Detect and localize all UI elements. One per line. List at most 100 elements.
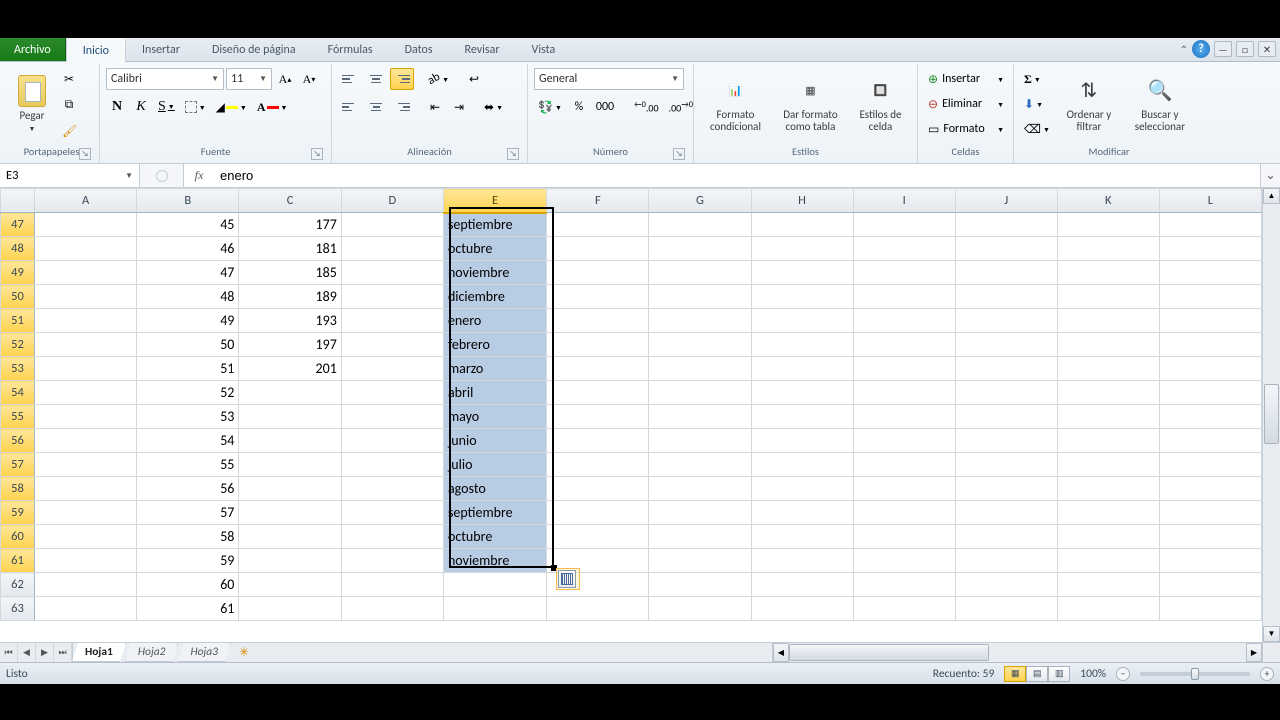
close-button[interactable]: ✕ <box>1258 41 1276 57</box>
cell-H52[interactable] <box>751 333 853 357</box>
cell-F53[interactable] <box>547 357 649 381</box>
cell-C48[interactable]: 181 <box>239 237 341 261</box>
cell-A49[interactable] <box>35 261 137 285</box>
cell-E49[interactable]: noviembre <box>443 261 546 285</box>
cell-B56[interactable]: 54 <box>137 429 239 453</box>
cell-E62[interactable] <box>443 573 546 597</box>
cell-J61[interactable] <box>955 549 1057 573</box>
cell-D53[interactable] <box>341 357 443 381</box>
cell-E58[interactable]: agosto <box>443 477 546 501</box>
cell-I52[interactable] <box>853 333 955 357</box>
cell-B54[interactable]: 52 <box>137 381 239 405</box>
cell-H57[interactable] <box>751 453 853 477</box>
cell-K56[interactable] <box>1057 429 1159 453</box>
last-sheet-button[interactable]: ⏭ <box>54 643 72 662</box>
cell-D63[interactable] <box>341 597 443 621</box>
restore-button[interactable]: □ <box>1236 41 1254 57</box>
ribbon-tab-insertar[interactable]: Insertar <box>126 38 196 61</box>
cell-G47[interactable] <box>649 213 751 237</box>
cell-G61[interactable] <box>649 549 751 573</box>
increase-indent-button[interactable]: ⇥ <box>448 96 470 118</box>
shrink-font-button[interactable]: A▾ <box>298 68 320 90</box>
cell-D47[interactable] <box>341 213 443 237</box>
decrease-decimal-button[interactable]: .00→0 <box>665 96 697 118</box>
font-color-button[interactable]: A▼ <box>253 96 292 118</box>
cell-I47[interactable] <box>853 213 955 237</box>
cell-L56[interactable] <box>1159 429 1261 453</box>
cell-C50[interactable]: 189 <box>239 285 341 309</box>
cell-E60[interactable]: octubre <box>443 525 546 549</box>
cell-E55[interactable]: mayo <box>443 405 546 429</box>
cell-D61[interactable] <box>341 549 443 573</box>
row-header[interactable]: 58 <box>1 477 35 501</box>
cell-K61[interactable] <box>1057 549 1159 573</box>
insert-function-button[interactable]: fx <box>184 168 214 183</box>
cell-A63[interactable] <box>35 597 137 621</box>
cell-H62[interactable] <box>751 573 853 597</box>
minimize-button[interactable]: — <box>1214 41 1232 57</box>
cell-C52[interactable]: 197 <box>239 333 341 357</box>
cell-J62[interactable] <box>955 573 1057 597</box>
comma-style-button[interactable]: 000 <box>592 96 618 118</box>
cell-K54[interactable] <box>1057 381 1159 405</box>
cell-I61[interactable] <box>853 549 955 573</box>
chevron-down-icon[interactable]: ▼ <box>207 74 219 84</box>
horizontal-scrollbar[interactable]: ◀ ▶ <box>772 643 1262 662</box>
cell-D57[interactable] <box>341 453 443 477</box>
row-header[interactable]: 49 <box>1 261 35 285</box>
align-bottom-button[interactable] <box>390 68 414 90</box>
cell-D56[interactable] <box>341 429 443 453</box>
zoom-in-button[interactable]: + <box>1260 667 1274 681</box>
autosum-button[interactable]: Σ▼ <box>1020 68 1045 90</box>
ribbon-tab-datos[interactable]: Datos <box>389 38 449 61</box>
cell-B51[interactable]: 49 <box>137 309 239 333</box>
cell-B57[interactable]: 55 <box>137 453 239 477</box>
cell-B49[interactable]: 47 <box>137 261 239 285</box>
cell-D51[interactable] <box>341 309 443 333</box>
row-header[interactable]: 57 <box>1 453 35 477</box>
percent-button[interactable]: % <box>568 96 590 118</box>
cell-B59[interactable]: 57 <box>137 501 239 525</box>
column-header-D[interactable]: D <box>341 189 443 213</box>
cell-G49[interactable] <box>649 261 751 285</box>
cell-H58[interactable] <box>751 477 853 501</box>
column-header-K[interactable]: K <box>1057 189 1159 213</box>
cell-K59[interactable] <box>1057 501 1159 525</box>
cell-I55[interactable] <box>853 405 955 429</box>
cell-F54[interactable] <box>547 381 649 405</box>
cell-H63[interactable] <box>751 597 853 621</box>
cell-J59[interactable] <box>955 501 1057 525</box>
cell-E50[interactable]: diciembre <box>443 285 546 309</box>
cell-C56[interactable] <box>239 429 341 453</box>
select-all-corner[interactable] <box>1 189 35 213</box>
scroll-up-button[interactable]: ▲ <box>1263 188 1280 204</box>
cell-A53[interactable] <box>35 357 137 381</box>
merge-center-button[interactable]: ⬌▼ <box>480 96 507 118</box>
number-format-combo[interactable]: General▼ <box>534 68 684 90</box>
cell-A52[interactable] <box>35 333 137 357</box>
cell-F61[interactable] <box>547 549 649 573</box>
row-header[interactable]: 48 <box>1 237 35 261</box>
ribbon-tab-diseño-de-página[interactable]: Diseño de página <box>196 38 312 61</box>
cell-G60[interactable] <box>649 525 751 549</box>
cell-L62[interactable] <box>1159 573 1261 597</box>
clipboard-dialog-launcher[interactable]: ↘ <box>79 148 91 160</box>
column-header-E[interactable]: E <box>443 189 546 213</box>
cell-D60[interactable] <box>341 525 443 549</box>
cell-C62[interactable] <box>239 573 341 597</box>
cell-K51[interactable] <box>1057 309 1159 333</box>
column-header-I[interactable]: I <box>853 189 955 213</box>
cell-A54[interactable] <box>35 381 137 405</box>
cell-L50[interactable] <box>1159 285 1261 309</box>
cell-D55[interactable] <box>341 405 443 429</box>
first-sheet-button[interactable]: ⏮ <box>0 643 18 662</box>
cell-styles-button[interactable]: 🔲 Estilos de celda <box>850 68 911 140</box>
worksheet-grid[interactable]: ABCDEFGHIJKL 4745177septiembre4846181oct… <box>0 188 1280 642</box>
cell-L49[interactable] <box>1159 261 1261 285</box>
cell-C61[interactable] <box>239 549 341 573</box>
cell-G59[interactable] <box>649 501 751 525</box>
cell-H54[interactable] <box>751 381 853 405</box>
cell-H59[interactable] <box>751 501 853 525</box>
cell-F57[interactable] <box>547 453 649 477</box>
column-header-B[interactable]: B <box>137 189 239 213</box>
